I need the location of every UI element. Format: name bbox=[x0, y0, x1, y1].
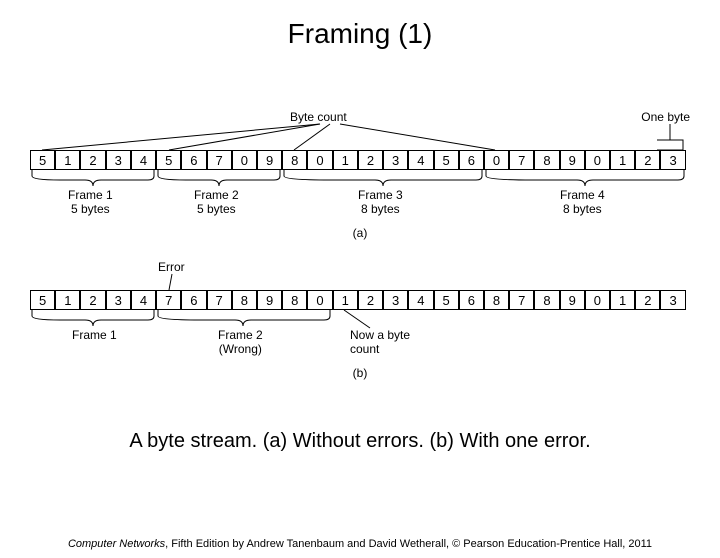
byte-cell: 3 bbox=[383, 290, 408, 310]
page-title: Framing (1) bbox=[0, 18, 720, 50]
byte-cell: 9 bbox=[560, 290, 585, 310]
subfig-b-label: (b) bbox=[30, 366, 690, 380]
byte-cell: 8 bbox=[534, 150, 559, 170]
frame-label: Frame 15 bytes bbox=[68, 188, 113, 216]
byte-cell: 9 bbox=[560, 150, 585, 170]
byte-cell: 6 bbox=[181, 290, 206, 310]
byte-cell: 8 bbox=[282, 150, 307, 170]
byte-cell: 4 bbox=[131, 290, 156, 310]
byte-cell: 6 bbox=[459, 150, 484, 170]
byte-cell: 2 bbox=[358, 290, 383, 310]
byte-cell: 1 bbox=[55, 290, 80, 310]
byte-row-a: 51234567098012345607890123 bbox=[30, 150, 690, 170]
frame-label: Frame 38 bytes bbox=[358, 188, 403, 216]
byte-cell: 0 bbox=[307, 150, 332, 170]
byte-cell: 3 bbox=[660, 290, 685, 310]
byte-cell: 0 bbox=[232, 150, 257, 170]
caption: A byte stream. (a) Without errors. (b) W… bbox=[0, 430, 720, 453]
frame-label: Frame 48 bytes bbox=[560, 188, 605, 216]
byte-cell: 6 bbox=[459, 290, 484, 310]
byte-cell: 7 bbox=[207, 290, 232, 310]
frame-label: Frame 25 bytes bbox=[194, 188, 239, 216]
frame-label: Frame 1 bbox=[72, 328, 117, 342]
byte-cell: 0 bbox=[307, 290, 332, 310]
byte-cell: 1 bbox=[610, 150, 635, 170]
byte-row-b: 51234767898012345687890123 bbox=[30, 290, 690, 310]
figure-area: Byte count One byte 51234567098012345607… bbox=[30, 110, 690, 380]
frame-label: Frame 2(Wrong) bbox=[218, 328, 263, 356]
byte-cell: 9 bbox=[257, 150, 282, 170]
byte-cell: 8 bbox=[484, 290, 509, 310]
byte-cell: 2 bbox=[358, 150, 383, 170]
byte-cell: 8 bbox=[282, 290, 307, 310]
byte-cell: 4 bbox=[131, 150, 156, 170]
byte-cell: 3 bbox=[106, 290, 131, 310]
byte-cell: 8 bbox=[534, 290, 559, 310]
byte-cell: 0 bbox=[484, 150, 509, 170]
byte-cell: 0 bbox=[585, 150, 610, 170]
byte-cell: 7 bbox=[509, 150, 534, 170]
now-byte-count-label: Now a byte count bbox=[350, 328, 430, 356]
byte-cell: 1 bbox=[55, 150, 80, 170]
byte-cell: 2 bbox=[80, 150, 105, 170]
byte-cell: 2 bbox=[80, 290, 105, 310]
byte-cell: 3 bbox=[383, 150, 408, 170]
subfig-a-label: (a) bbox=[30, 226, 690, 240]
byte-cell: 4 bbox=[408, 150, 433, 170]
byte-cell: 5 bbox=[434, 290, 459, 310]
byte-cell: 2 bbox=[635, 290, 660, 310]
byte-cell: 5 bbox=[30, 290, 55, 310]
byte-cell: 5 bbox=[434, 150, 459, 170]
byte-cell: 5 bbox=[156, 150, 181, 170]
byte-cell: 3 bbox=[660, 150, 685, 170]
byte-cell: 1 bbox=[610, 290, 635, 310]
byte-cell: 8 bbox=[232, 290, 257, 310]
byte-cell: 2 bbox=[635, 150, 660, 170]
byte-cell: 1 bbox=[333, 150, 358, 170]
byte-cell: 3 bbox=[106, 150, 131, 170]
byte-cell: 9 bbox=[257, 290, 282, 310]
byte-cell: 4 bbox=[408, 290, 433, 310]
byte-cell: 7 bbox=[509, 290, 534, 310]
byte-cell: 7 bbox=[207, 150, 232, 170]
byte-cell: 5 bbox=[30, 150, 55, 170]
byte-cell: 6 bbox=[181, 150, 206, 170]
byte-cell: 7 bbox=[156, 290, 181, 310]
byte-cell: 1 bbox=[333, 290, 358, 310]
byte-cell: 0 bbox=[585, 290, 610, 310]
